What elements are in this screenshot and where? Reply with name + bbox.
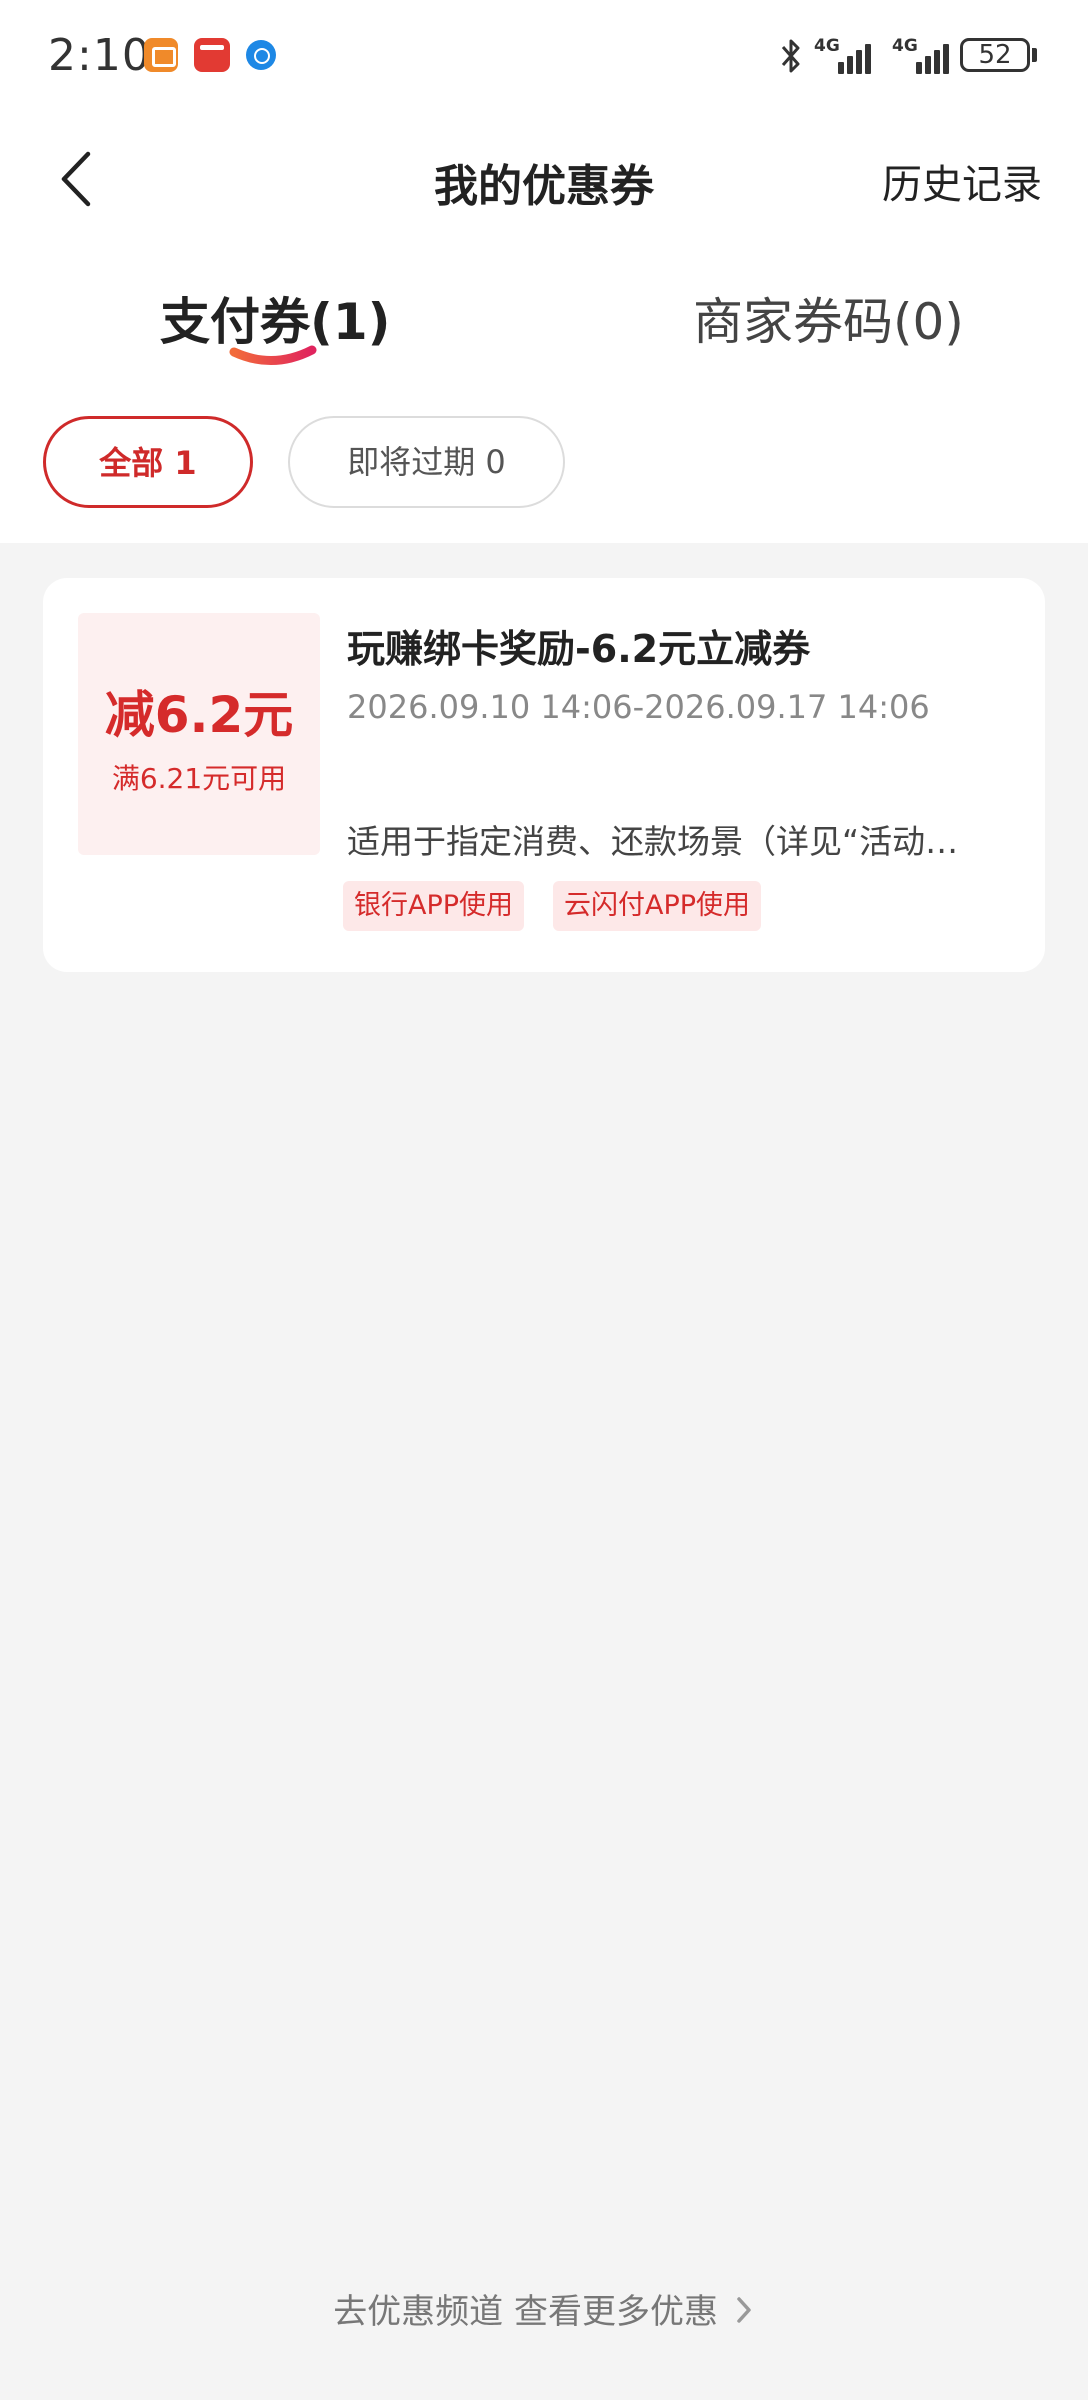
status-time: 2:10 [48,30,151,81]
coupon-card[interactable]: 减6.2元 满6.21元可用 玩赚绑卡奖励-6.2元立减券 2026.09.10… [43,578,1045,972]
coupon-description: 适用于指定消费、还款场景（详见“活动… [347,822,959,861]
coupon-tag: 银行APP使用 [343,881,525,931]
battery-level: 52 [978,40,1012,70]
history-record-link[interactable]: 历史记录 [882,152,1042,210]
filter-all-chip[interactable]: 全部 1 [43,416,253,508]
coupon-title: 玩赚绑卡奖励-6.2元立减券 [347,627,811,671]
chevron-right-icon [737,2297,751,2323]
signal-icon: 4G [892,36,954,74]
network-type-label: 4G [892,36,918,56]
signal-icon: 4G [814,36,876,74]
bluetooth-icon [781,39,800,73]
browser-app-icon [246,40,276,70]
battery-tip [1032,48,1037,62]
unionpay-app-icon [194,38,230,72]
coupon-amount: 减6.2元 [104,686,294,744]
gift-app-icon [144,38,178,72]
coupon-value-panel: 减6.2元 满6.21元可用 [78,613,320,855]
tab-merchant-codes[interactable]: 商家券码(0) [693,282,964,354]
filter-expiring-chip[interactable]: 即将过期 0 [288,416,565,508]
status-bar: 2:10 4G 4G 52 [0,0,1088,110]
more-offers-link[interactable]: 去优惠频道 查看更多优惠 [0,2284,1088,2333]
battery-icon: 52 [960,38,1030,72]
network-type-label: 4G [814,36,840,56]
coupon-validity: 2026.09.10 14:06-2026.09.17 14:06 [347,688,930,726]
coupon-tag: 云闪付APP使用 [553,881,762,931]
active-tab-indicator [229,345,317,365]
more-offers-label: 去优惠频道 查看更多优惠 [333,2292,718,2332]
coupon-condition: 满6.21元可用 [111,762,287,795]
